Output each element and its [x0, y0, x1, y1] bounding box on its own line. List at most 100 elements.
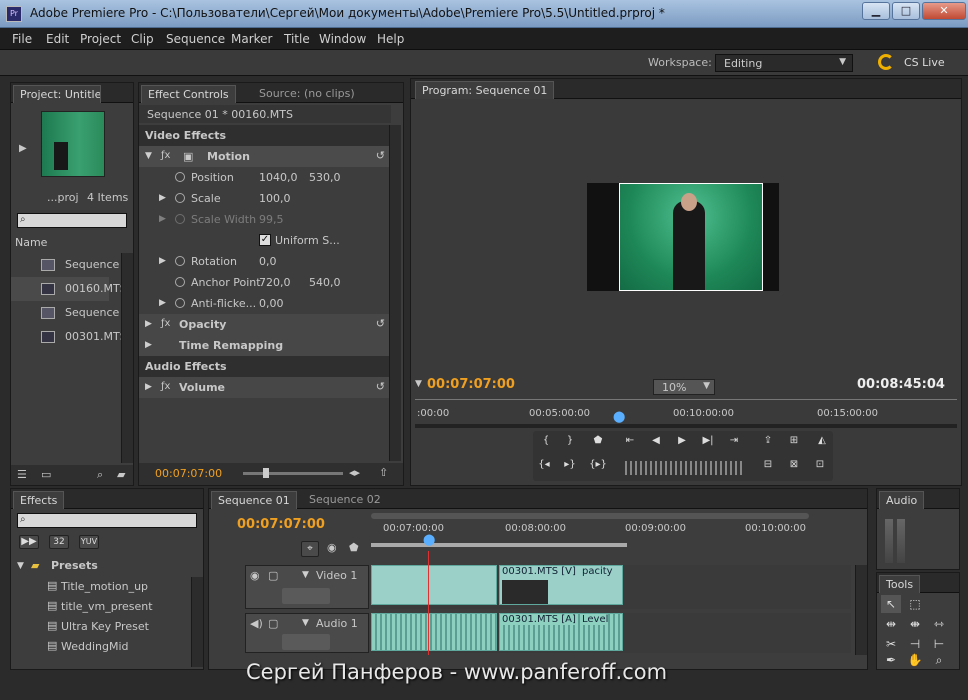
- output-icon[interactable]: ◭: [811, 433, 833, 451]
- new-bin-icon[interactable]: ▰: [117, 468, 125, 481]
- video-clip-2[interactable]: 00301.MTS [V] pacity: [499, 565, 623, 605]
- lift-icon[interactable]: ⇪: [757, 433, 779, 451]
- playhead-icon[interactable]: ⬤: [613, 410, 625, 423]
- step-forward-icon[interactable]: ▶|: [697, 433, 719, 451]
- project-scrollbar[interactable]: [121, 253, 133, 463]
- mark-out-icon[interactable]: }: [559, 433, 581, 451]
- expand-arrow-icon[interactable]: ▼: [302, 570, 309, 580]
- tab-project[interactable]: Project: Untitled: [13, 85, 101, 103]
- project-search-input[interactable]: ⌕: [17, 213, 127, 228]
- eye-icon[interactable]: ◉: [250, 569, 260, 582]
- program-timecode[interactable]: 00:07:07:00: [427, 377, 515, 392]
- timeline-zoom-bar[interactable]: [371, 513, 809, 519]
- list-item[interactable]: 00160.MTS: [11, 277, 127, 301]
- list-item[interactable]: ▤ title_vm_present: [11, 597, 177, 617]
- lock-icon[interactable]: ▢: [268, 569, 278, 582]
- cs-live-icon[interactable]: [878, 54, 894, 70]
- list-item[interactable]: ▤ WeddingMid: [11, 637, 177, 657]
- anchor-x-value[interactable]: 720,0: [259, 276, 291, 289]
- track-select-tool-icon[interactable]: ⬚: [905, 595, 925, 613]
- timeline-scrollbar[interactable]: [855, 565, 867, 655]
- list-item[interactable]: Sequence: [11, 253, 119, 277]
- close-button[interactable]: ✕: [922, 2, 966, 20]
- program-ruler[interactable]: :00:00 00:05:00:00 00:10:00:00 00:15:00:…: [415, 399, 957, 423]
- icon-view-icon[interactable]: ▭: [41, 468, 51, 481]
- menu-clip[interactable]: Clip: [131, 32, 154, 46]
- maximize-button[interactable]: □: [892, 2, 920, 20]
- reset-icon[interactable]: ↺: [376, 149, 385, 162]
- expand-arrow-icon[interactable]: ▶: [159, 193, 166, 203]
- tab-sequence-02[interactable]: Sequence 02: [303, 491, 387, 509]
- presets-folder[interactable]: Presets: [51, 559, 98, 572]
- stopwatch-icon[interactable]: [175, 193, 185, 203]
- motion-row[interactable]: ▼ ƒx ▣ Motion ↺: [139, 146, 389, 167]
- list-item[interactable]: 00301.MTS: [11, 325, 127, 349]
- expand-arrow-icon[interactable]: ▶: [145, 340, 152, 350]
- tab-audio[interactable]: Audio: [879, 491, 925, 509]
- expand-arrow-icon[interactable]: ▶: [145, 382, 152, 392]
- keyframe-controls[interactable]: [282, 634, 330, 650]
- go-to-in-icon[interactable]: ⇤: [619, 433, 641, 451]
- pen-tool-icon[interactable]: ✒: [881, 651, 901, 669]
- reset-icon[interactable]: ↺: [376, 317, 385, 330]
- trim-icon[interactable]: ⊟: [757, 457, 779, 475]
- anchor-y-value[interactable]: 540,0: [309, 276, 341, 289]
- yuv-badge[interactable]: YUV: [79, 535, 99, 549]
- 32bit-badge[interactable]: 32: [49, 535, 69, 549]
- play-icon[interactable]: ▶: [19, 143, 27, 154]
- playhead-icon[interactable]: ⬤: [423, 533, 435, 546]
- anti-flicker-value[interactable]: 0,00: [259, 297, 284, 310]
- menu-project[interactable]: Project: [80, 32, 121, 46]
- uniform-scale-checkbox[interactable]: ✓: [259, 234, 271, 246]
- tab-sequence-01[interactable]: Sequence 01: [211, 491, 297, 509]
- menu-edit[interactable]: Edit: [46, 32, 69, 46]
- cs-live-label[interactable]: CS Live: [904, 56, 945, 69]
- work-area-bar[interactable]: [371, 543, 627, 547]
- audio-clip-1[interactable]: [371, 613, 497, 651]
- set-marker-icon-2[interactable]: ⬟: [349, 541, 359, 554]
- expand-arrow-icon[interactable]: ▶: [159, 298, 166, 308]
- accelerated-effects-icon[interactable]: ▶▶: [19, 535, 39, 549]
- zoom-tool-icon[interactable]: ⌕: [929, 651, 949, 669]
- fx-icon[interactable]: ƒx: [161, 318, 170, 329]
- ripple-edit-tool-icon[interactable]: ⇹: [881, 615, 901, 633]
- hand-tool-icon[interactable]: ✋: [905, 651, 925, 669]
- stopwatch-icon[interactable]: [175, 298, 185, 308]
- speaker-icon[interactable]: ◀): [250, 617, 263, 630]
- list-item[interactable]: Sequence: [11, 301, 119, 325]
- step-back-icon[interactable]: ◀: [645, 433, 667, 451]
- zoom-slider[interactable]: [243, 468, 343, 478]
- program-scroll[interactable]: [415, 424, 957, 428]
- program-video-frame[interactable]: [587, 183, 779, 291]
- mark-in-icon[interactable]: {: [535, 433, 557, 451]
- lock-icon[interactable]: ▢: [268, 617, 278, 630]
- tab-effects[interactable]: Effects: [13, 491, 65, 509]
- go-to-prev-edit-icon[interactable]: {◂: [533, 457, 555, 475]
- find-icon[interactable]: ⌕: [97, 468, 103, 482]
- effects-search-input[interactable]: ⌕: [17, 513, 197, 528]
- volume-row[interactable]: ▶ ƒx Volume ↺: [139, 377, 389, 398]
- list-item[interactable]: ▤ Ultra Key Preset: [11, 617, 177, 637]
- tab-tools[interactable]: Tools: [879, 575, 921, 593]
- column-header-name[interactable]: Name: [15, 236, 47, 249]
- scale-value[interactable]: 100,0: [259, 192, 291, 205]
- time-remapping-row[interactable]: ▶ Time Remapping: [139, 335, 389, 356]
- expand-arrow-icon[interactable]: ▶: [159, 256, 166, 266]
- timeline-timecode[interactable]: 00:07:07:00: [237, 517, 325, 532]
- set-marker-icon[interactable]: ◉: [327, 541, 337, 554]
- expand-arrow-icon[interactable]: ▼: [302, 618, 309, 628]
- menu-sequence[interactable]: Sequence: [166, 32, 225, 46]
- menu-marker[interactable]: Marker: [231, 32, 272, 46]
- safe-margins-icon[interactable]: ⊞: [783, 433, 805, 451]
- rate-stretch-tool-icon[interactable]: ⇿: [929, 615, 949, 633]
- position-y-value[interactable]: 530,0: [309, 171, 341, 184]
- minimize-button[interactable]: ▁: [862, 2, 890, 20]
- stopwatch-icon[interactable]: [175, 172, 185, 182]
- list-item[interactable]: ▤ Title_motion_up: [11, 577, 177, 597]
- snap-icon[interactable]: ⌖: [301, 541, 319, 557]
- transform-bounding-box[interactable]: [619, 183, 763, 291]
- fx-icon[interactable]: ƒx: [161, 381, 170, 392]
- opacity-row[interactable]: ▶ ƒx Opacity ↺: [139, 314, 389, 335]
- expand-arrow-icon[interactable]: ▶: [145, 319, 152, 329]
- position-x-value[interactable]: 1040,0: [259, 171, 298, 184]
